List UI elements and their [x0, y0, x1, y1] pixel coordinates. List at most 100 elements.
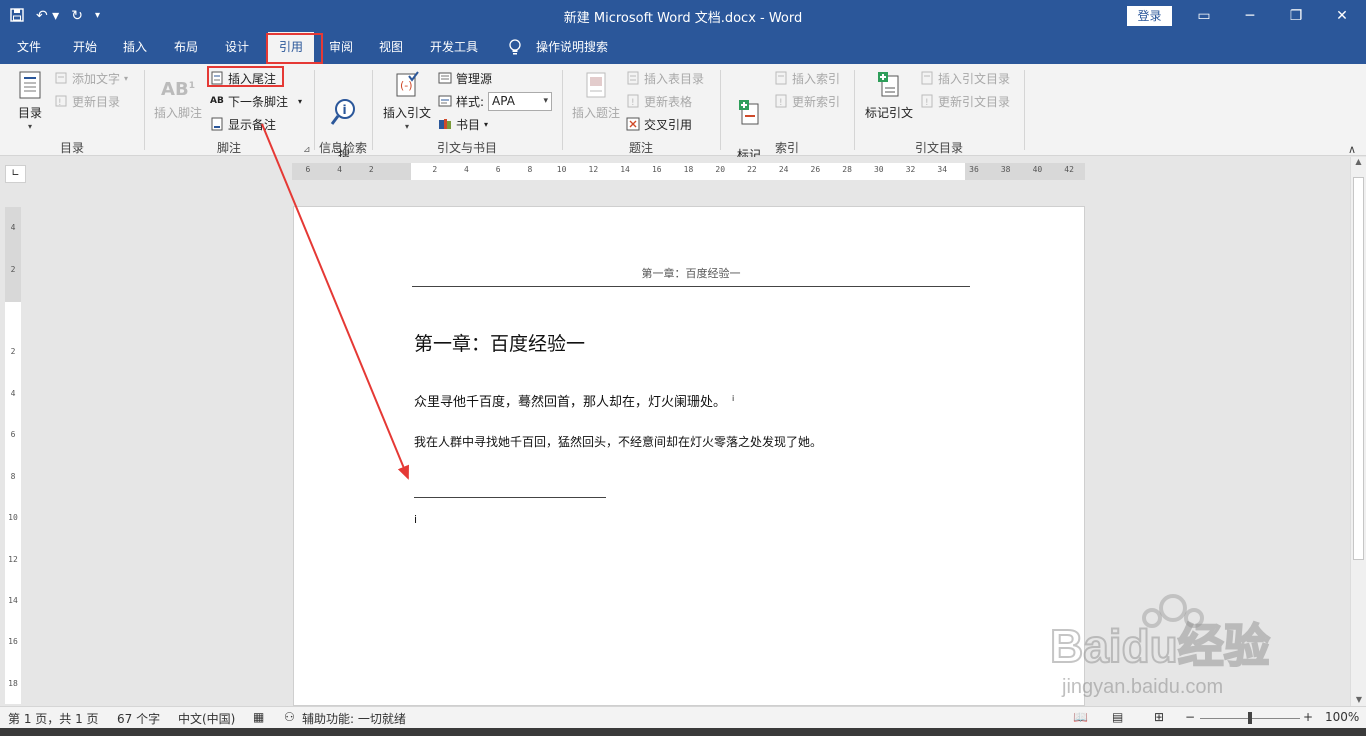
undo-icon[interactable]: ↶ ▾	[36, 9, 59, 23]
print-layout-icon[interactable]: ▤	[1112, 710, 1123, 724]
tab-insert[interactable]: 插入	[112, 32, 158, 64]
insert-table-of-figures-button[interactable]: 插入表目录	[626, 68, 704, 88]
tab-references[interactable]: 引用	[268, 32, 314, 64]
insert-table-of-figures-label: 插入表目录	[644, 71, 705, 86]
bibliography-icon	[438, 117, 452, 131]
scroll-up-icon[interactable]: ▲	[1351, 157, 1366, 166]
show-notes-button[interactable]: 显示备注	[210, 114, 276, 134]
bibliography-label: 书目	[456, 117, 481, 132]
minimize-button[interactable]: ─	[1227, 0, 1273, 32]
chevron-down-icon: ▾	[27, 122, 32, 131]
ruler-tick-label: 8	[10, 471, 16, 481]
restore-button[interactable]: ❐	[1273, 0, 1319, 32]
insert-toa-label: 插入引文目录	[938, 71, 1011, 86]
ruler-tick-label: 10	[556, 165, 567, 174]
tab-developer[interactable]: 开发工具	[422, 32, 486, 64]
page-header[interactable]: 第一章：百度经验一	[412, 265, 970, 287]
show-notes-icon	[210, 117, 224, 131]
ruler-tick-label: 20	[715, 165, 726, 174]
tab-review[interactable]: 审阅	[318, 32, 364, 64]
vertical-ruler[interactable]: 4 2 2 4 6 8 10 12 14 16 18	[5, 207, 21, 704]
zoom-level[interactable]: 100%	[1325, 710, 1359, 724]
next-footnote-button[interactable]: AB 下一条脚注 ▾	[210, 91, 302, 111]
update-table-button[interactable]: ! 更新表格	[626, 91, 692, 111]
insert-footnote-button[interactable]: AB1 插入脚注	[152, 70, 204, 120]
endnote-text[interactable]: i	[414, 513, 417, 526]
mark-citation-button[interactable]: 标记引文	[862, 70, 916, 120]
login-button[interactable]: 登录	[1127, 6, 1172, 26]
group-label-toa: 引文目录	[914, 141, 963, 155]
macro-recording-icon[interactable]: ▦	[253, 710, 264, 724]
tab-layout[interactable]: 布局	[163, 32, 209, 64]
web-layout-icon[interactable]: ⊞	[1154, 710, 1164, 724]
ruler-tick-label: 18	[8, 678, 18, 688]
tab-file[interactable]: 文件	[6, 32, 52, 64]
cross-reference-button[interactable]: 交叉引用	[626, 114, 692, 134]
redo-icon[interactable]: ↻	[71, 9, 83, 23]
update-toc-button[interactable]: ! 更新目录	[54, 91, 120, 111]
ruler-numbers: 4 2 2 4 6 8 10 12 14 16 18	[5, 207, 21, 704]
search-icon: i	[326, 84, 362, 131]
ruler-tick-label: 38	[1000, 165, 1011, 174]
table-of-contents-icon	[14, 70, 46, 103]
scrollbar-thumb[interactable]	[1353, 177, 1364, 560]
word-count[interactable]: 67 个字	[117, 710, 160, 727]
insert-caption-button[interactable]: 插入题注	[570, 70, 622, 120]
save-icon[interactable]	[10, 7, 24, 25]
close-button[interactable]: ✕	[1319, 0, 1365, 32]
tab-home[interactable]: 开始	[62, 32, 108, 64]
insert-citation-button[interactable]: (-) 插入引文 ▾	[380, 70, 434, 134]
update-index-button[interactable]: ! 更新索引	[774, 91, 840, 111]
ruler-numbers: 6 4 2 2 4 6 8 10 12 14 16 18 20 22 24 26 28 30 32 34 36 38 40 4…	[292, 165, 1085, 178]
toc-button[interactable]: 目录 ▾	[14, 70, 46, 134]
collapse-ribbon-icon[interactable]: ∧	[1348, 143, 1356, 156]
svg-text:!: !	[58, 98, 62, 108]
bibliography-button[interactable]: 书目 ▾	[438, 114, 488, 134]
document-page[interactable]: 第一章：百度经验一 第一章：百度经验一 众里寻他千百度，蓦然回首，那人却在，灯火…	[293, 206, 1085, 706]
accessibility-icon[interactable]: ⚇	[284, 710, 295, 724]
group-separator	[144, 70, 145, 150]
insert-index-button[interactable]: 插入索引	[774, 68, 840, 88]
zoom-out-button[interactable]: −	[1185, 710, 1195, 724]
update-table-label: 更新表格	[644, 94, 693, 109]
ribbon-display-options-icon[interactable]: ▭	[1181, 0, 1227, 32]
group-label-toc: 目录	[59, 141, 84, 155]
language[interactable]: 中文(中国)	[178, 710, 235, 727]
dialog-launcher-icon[interactable]: ⊿	[303, 145, 311, 155]
accessibility-status[interactable]: 辅助功能: 一切就绪	[302, 710, 406, 727]
tab-stop-selector[interactable]: ∟	[5, 165, 26, 183]
tell-me-search[interactable]: 操作说明搜索	[530, 32, 614, 64]
ruler-tick-label: 16	[8, 637, 18, 647]
zoom-slider-thumb[interactable]	[1248, 712, 1252, 724]
tab-design[interactable]: 设计	[214, 32, 260, 64]
zoom-in-button[interactable]: +	[1303, 710, 1313, 724]
add-text-button[interactable]: 添加文字 ▾	[54, 68, 128, 88]
scroll-down-icon[interactable]: ▼	[1351, 695, 1366, 704]
citation-style-select[interactable]: APA	[488, 91, 553, 111]
ruler-tick-label: 6	[10, 430, 16, 440]
manage-sources-button[interactable]: 管理源	[438, 68, 492, 88]
tab-view[interactable]: 视图	[368, 32, 414, 64]
group-separator	[1024, 70, 1025, 150]
insert-endnote-button[interactable]: 插入尾注	[210, 68, 276, 88]
update-toc-label: 更新目录	[72, 94, 121, 109]
page-count[interactable]: 第 1 页，共 1 页	[8, 710, 99, 727]
chevron-down-icon: ▾	[484, 119, 489, 129]
insert-caption-icon	[570, 70, 622, 103]
chapter-heading[interactable]: 第一章：百度经验一	[414, 329, 585, 356]
update-index-icon: !	[774, 94, 788, 108]
vertical-scrollbar[interactable]: ▲ ▼	[1350, 157, 1366, 706]
customize-qat-icon[interactable]: ▾	[95, 11, 100, 21]
add-text-icon	[54, 71, 68, 85]
read-mode-icon[interactable]: 📖	[1073, 710, 1088, 724]
paragraph-2[interactable]: 我在人群中寻找她千百回，猛然回头，不经意间却在灯火零落之处发现了她。	[414, 433, 822, 450]
insert-toa-button[interactable]: 插入引文目录	[920, 68, 1010, 88]
insert-toa-icon	[920, 71, 934, 85]
endnote-reference[interactable]: i	[732, 394, 734, 403]
horizontal-ruler[interactable]: 6 4 2 2 4 6 8 10 12 14 16 18 20 22 24 26 28 30 32 34 36 38 40 4…	[292, 163, 1085, 180]
ruler-tick-label: 2	[432, 165, 438, 174]
update-toa-button[interactable]: ! 更新引文目录	[920, 91, 1010, 111]
manage-sources-label: 管理源	[456, 71, 493, 86]
paragraph-1[interactable]: 众里寻他千百度，蓦然回首，那人却在，灯火阑珊处。 i	[414, 391, 734, 410]
insert-index-label: 插入索引	[792, 71, 841, 86]
